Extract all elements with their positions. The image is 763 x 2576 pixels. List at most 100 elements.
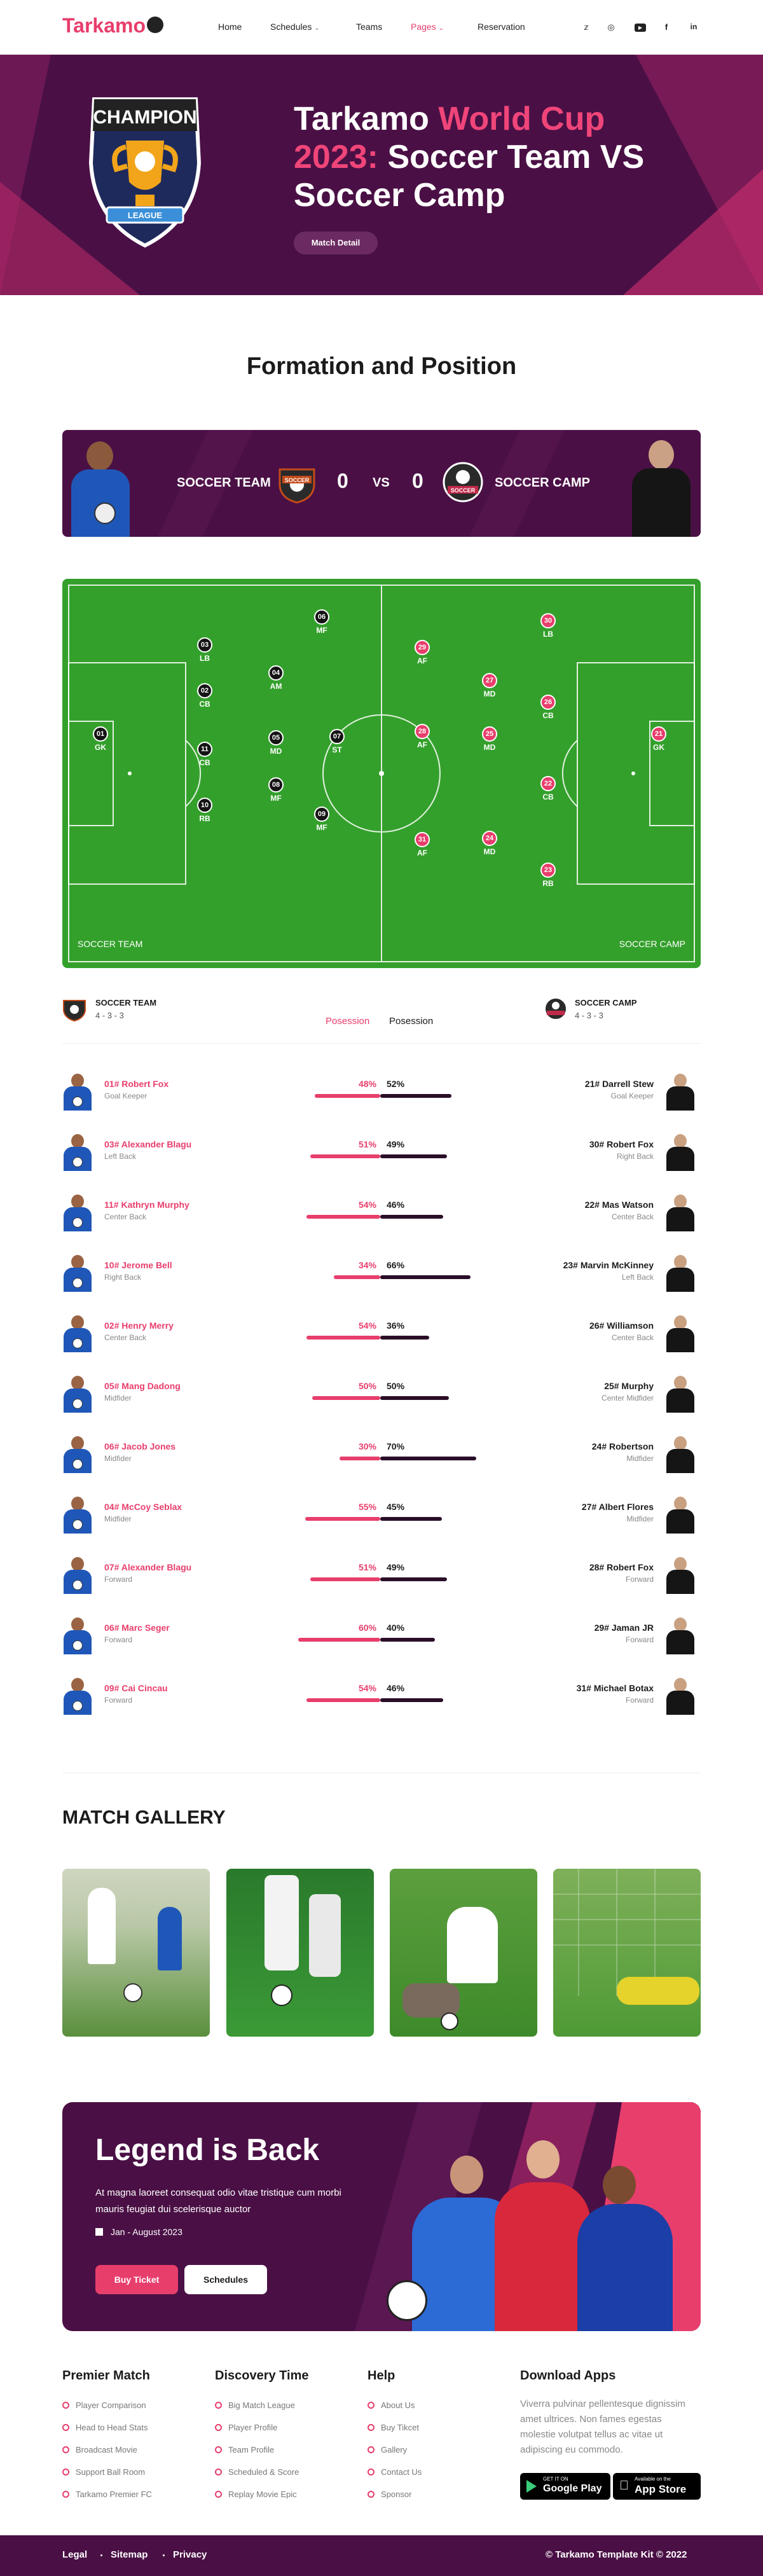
player-a-avatar[interactable]: [62, 1375, 93, 1413]
player-a-name[interactable]: 05# Mang Dadong: [104, 1381, 181, 1391]
player-a-name[interactable]: 10# Jerome Bell: [104, 1260, 172, 1270]
pitch-player-b-number[interactable]: 23: [540, 862, 556, 878]
pitch-player-b-number[interactable]: 22: [540, 776, 556, 791]
player-a-avatar[interactable]: [62, 1314, 93, 1352]
player-a-name[interactable]: 09# Cai Cincau: [104, 1683, 168, 1693]
player-a-name[interactable]: 06# Jacob Jones: [104, 1441, 175, 1451]
footer-link[interactable]: Scheduled & Score: [215, 2467, 299, 2477]
footer-link[interactable]: Contact Us: [368, 2467, 422, 2477]
pitch-player-a-number[interactable]: 02: [197, 683, 212, 698]
player-a-name[interactable]: 03# Alexander Blagu: [104, 1139, 191, 1149]
pitch-player-b-number[interactable]: 31: [415, 832, 430, 847]
footer-link[interactable]: Big Match League: [215, 2400, 295, 2410]
player-b-avatar[interactable]: [665, 1254, 696, 1292]
player-a-name[interactable]: 11# Kathryn Murphy: [104, 1200, 189, 1210]
dribbble-icon[interactable]: ◎: [606, 22, 616, 32]
player-b-name[interactable]: 30# Robert Fox: [589, 1139, 654, 1149]
player-b-name[interactable]: 27# Albert Flores: [582, 1502, 654, 1512]
google-play-button[interactable]: GET IT ON Google Play: [520, 2473, 610, 2500]
player-a-avatar[interactable]: [62, 1556, 93, 1594]
player-b-avatar[interactable]: [665, 1193, 696, 1231]
footer-link[interactable]: Tarkamo Premier FC: [62, 2489, 152, 2499]
footer-link[interactable]: Replay Movie Epic: [215, 2489, 297, 2499]
player-a-avatar[interactable]: [62, 1495, 93, 1534]
gallery-image-1[interactable]: [62, 1869, 210, 2037]
pitch-player-a-number[interactable]: 06: [314, 609, 329, 625]
match-detail-button[interactable]: Match Detail: [294, 232, 378, 254]
player-b-name[interactable]: 31# Michael Botax: [577, 1683, 654, 1693]
player-a-avatar[interactable]: [62, 1254, 93, 1292]
pitch-player-a-number[interactable]: 03: [197, 637, 212, 653]
player-a-name[interactable]: 07# Alexander Blagu: [104, 1562, 191, 1572]
footer-link[interactable]: Gallery: [368, 2445, 407, 2455]
pitch-player-b-number[interactable]: 28: [415, 724, 430, 739]
legal-link[interactable]: Legal: [62, 2549, 87, 2560]
nav-pages[interactable]: Pages ⌄: [411, 22, 444, 32]
player-b-avatar[interactable]: [665, 1495, 696, 1534]
buy-ticket-button[interactable]: Buy Ticket: [95, 2265, 178, 2294]
pitch-player-b-number[interactable]: 24: [482, 831, 497, 846]
footer-link[interactable]: Broadcast Movie: [62, 2445, 137, 2455]
footer-link[interactable]: Buy Tikcet: [368, 2423, 419, 2432]
player-a-avatar[interactable]: [62, 1072, 93, 1111]
footer-link[interactable]: Team Profile: [215, 2445, 274, 2455]
player-b-avatar[interactable]: [665, 1556, 696, 1594]
app-store-button[interactable]:  Available on the App Store: [613, 2473, 701, 2500]
twitter-icon[interactable]: 𝕫: [581, 22, 591, 32]
pitch-player-a-number[interactable]: 04: [268, 665, 284, 681]
player-b-avatar[interactable]: [665, 1375, 696, 1413]
player-b-name[interactable]: 21# Darrell Stew: [585, 1079, 654, 1089]
gallery-image-3[interactable]: [390, 1869, 537, 2037]
pitch-player-a-number[interactable]: 11: [197, 742, 212, 757]
player-b-name[interactable]: 29# Jaman JR: [595, 1623, 654, 1633]
player-a-avatar[interactable]: [62, 1616, 93, 1654]
linkedin-icon[interactable]: in: [689, 22, 699, 32]
pitch-player-a-number[interactable]: 09: [314, 807, 329, 822]
pitch-player-b-number[interactable]: 21: [651, 726, 666, 742]
player-a-avatar[interactable]: [62, 1435, 93, 1473]
player-a-avatar[interactable]: [62, 1193, 93, 1231]
privacy-link[interactable]: Privacy: [173, 2549, 207, 2560]
footer-link[interactable]: Head to Head Stats: [62, 2423, 148, 2432]
player-a-name[interactable]: 04# McCoy Seblax: [104, 1502, 182, 1512]
pitch-player-a-number[interactable]: 01: [93, 726, 108, 742]
player-b-name[interactable]: 22# Mas Watson: [585, 1200, 654, 1210]
pitch-player-b-number[interactable]: 30: [540, 613, 556, 628]
footer-link[interactable]: Player Profile: [215, 2423, 277, 2432]
youtube-icon[interactable]: ▶: [635, 24, 646, 32]
player-b-name[interactable]: 28# Robert Fox: [589, 1562, 654, 1572]
pitch-player-b-number[interactable]: 27: [482, 673, 497, 688]
pitch-player-a-number[interactable]: 08: [268, 777, 284, 793]
schedules-button[interactable]: Schedules: [184, 2265, 267, 2294]
facebook-icon[interactable]: f: [661, 22, 671, 32]
pitch-player-b-number[interactable]: 25: [482, 726, 497, 742]
brand-logo[interactable]: Tarkamo: [62, 14, 164, 38]
footer-link[interactable]: Player Comparison: [62, 2400, 146, 2410]
pitch-player-b-number[interactable]: 29: [415, 640, 430, 655]
player-b-name[interactable]: 25# Murphy: [604, 1381, 654, 1391]
player-b-avatar[interactable]: [665, 1314, 696, 1352]
footer-link[interactable]: About Us: [368, 2400, 415, 2410]
player-a-name[interactable]: 02# Henry Merry: [104, 1320, 174, 1331]
footer-link[interactable]: Sponsor: [368, 2489, 411, 2499]
pitch-player-a-number[interactable]: 07: [329, 729, 345, 744]
player-a-name[interactable]: 06# Marc Seger: [104, 1623, 170, 1633]
player-b-avatar[interactable]: [665, 1435, 696, 1473]
pitch-player-b-number[interactable]: 26: [540, 695, 556, 710]
footer-link[interactable]: Support Ball Room: [62, 2467, 145, 2477]
player-b-name[interactable]: 23# Marvin McKinney: [563, 1260, 654, 1270]
pitch-player-a-number[interactable]: 05: [268, 730, 284, 745]
player-b-avatar[interactable]: [665, 1133, 696, 1171]
player-a-name[interactable]: 01# Robert Fox: [104, 1079, 168, 1089]
player-b-avatar[interactable]: [665, 1072, 696, 1111]
gallery-image-2[interactable]: [226, 1869, 374, 2037]
nav-teams[interactable]: Teams: [356, 22, 382, 32]
player-b-avatar[interactable]: [665, 1677, 696, 1715]
player-a-avatar[interactable]: [62, 1133, 93, 1171]
player-b-avatar[interactable]: [665, 1616, 696, 1654]
player-b-name[interactable]: 26# Williamson: [589, 1320, 654, 1331]
nav-reservation[interactable]: Reservation: [478, 22, 525, 32]
player-b-name[interactable]: 24# Robertson: [592, 1441, 654, 1451]
nav-schedules[interactable]: Schedules ⌄: [270, 22, 320, 32]
sitemap-link[interactable]: Sitemap: [111, 2549, 148, 2560]
